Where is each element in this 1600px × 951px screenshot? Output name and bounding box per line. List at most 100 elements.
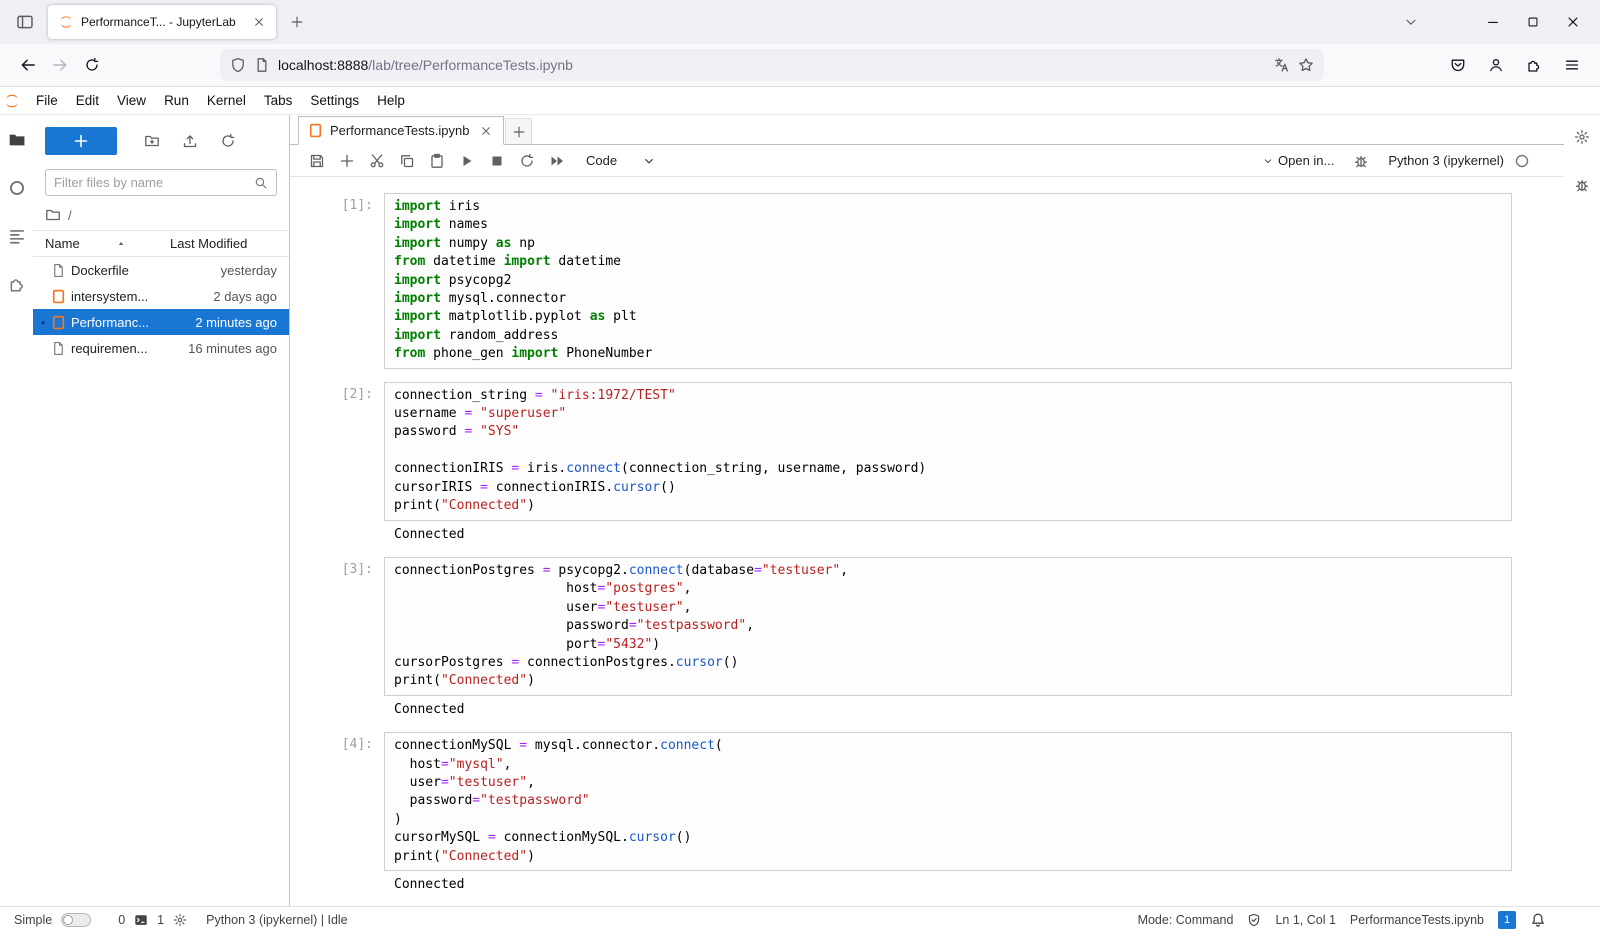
refresh-button[interactable] bbox=[209, 127, 247, 155]
file-row[interactable]: requiremen...16 minutes ago bbox=[33, 335, 289, 361]
pocket-button[interactable] bbox=[1442, 49, 1474, 81]
simple-mode-toggle[interactable] bbox=[61, 913, 91, 927]
menu-kernel[interactable]: Kernel bbox=[198, 87, 255, 114]
restart-run-all-button[interactable] bbox=[542, 148, 572, 174]
extensions-button[interactable] bbox=[1518, 49, 1550, 81]
run-cell-button[interactable] bbox=[452, 148, 482, 174]
left-activity-bar bbox=[0, 115, 33, 906]
file-name: Performanc... bbox=[71, 315, 195, 330]
tab-close-button[interactable] bbox=[248, 11, 270, 33]
new-folder-button[interactable] bbox=[133, 127, 171, 155]
breadcrumb-root[interactable]: / bbox=[68, 208, 72, 223]
sidebar-tab-debugger[interactable] bbox=[1574, 177, 1590, 193]
menu-tabs[interactable]: Tabs bbox=[255, 87, 302, 114]
bell-icon[interactable] bbox=[1530, 912, 1546, 928]
sidebar-tab-running-sessions[interactable] bbox=[8, 179, 26, 197]
file-filter-input[interactable] bbox=[54, 175, 254, 190]
file-filter-box bbox=[45, 169, 277, 196]
terminal-count[interactable]: 0 bbox=[118, 913, 125, 927]
url-path: /lab/tree/PerformanceTests.ipynb bbox=[368, 57, 573, 73]
back-button[interactable] bbox=[12, 49, 44, 81]
cell-execution-count: [2]: bbox=[290, 382, 384, 521]
new-tab-button[interactable] bbox=[282, 7, 312, 37]
file-row[interactable]: intersystem...2 days ago bbox=[33, 283, 289, 309]
sort-by-name-header[interactable]: Name bbox=[45, 236, 170, 251]
bookmark-star-icon[interactable] bbox=[1298, 57, 1314, 73]
cell-code-editor[interactable]: connectionPostgres = psycopg2.connect(da… bbox=[384, 557, 1512, 696]
notebook-cell[interactable]: [4]:connectionMySQL = mysql.connector.co… bbox=[290, 732, 1564, 894]
menu-edit[interactable]: Edit bbox=[67, 87, 108, 114]
tab-overflow-button[interactable] bbox=[1396, 7, 1426, 37]
notebook-panel: PerformanceTests.ipynb bbox=[290, 115, 1564, 906]
chevron-down-icon bbox=[643, 155, 655, 167]
debugger-button[interactable] bbox=[1346, 148, 1376, 174]
notebook-cell[interactable]: [1]:import irisimport namesimport numpy … bbox=[290, 193, 1564, 369]
add-tab-button[interactable] bbox=[505, 118, 532, 144]
open-file-indicator: ● bbox=[37, 318, 49, 327]
menu-file[interactable]: File bbox=[27, 87, 67, 114]
cell-code-editor[interactable]: import irisimport namesimport numpy as n… bbox=[384, 193, 1512, 369]
tracking-protection-shield-icon[interactable] bbox=[230, 57, 246, 73]
kernel-status-icon bbox=[1514, 153, 1530, 169]
fast-forward-icon bbox=[549, 153, 565, 169]
restart-kernel-button[interactable] bbox=[512, 148, 542, 174]
notebook-tab-close-button[interactable] bbox=[476, 121, 496, 141]
sidebar-tab-extensions[interactable] bbox=[8, 275, 26, 293]
translate-icon[interactable] bbox=[1274, 57, 1290, 73]
close-window-button[interactable] bbox=[1566, 15, 1580, 29]
copy-cell-button[interactable] bbox=[392, 148, 422, 174]
interrupt-kernel-button[interactable] bbox=[482, 148, 512, 174]
toggle-knob bbox=[63, 915, 73, 925]
code-line: cursorMySQL = connectionMySQL.cursor() bbox=[394, 829, 1502, 847]
kernel-count[interactable]: 1 bbox=[157, 913, 164, 927]
cell-code-editor[interactable]: connection_string = "iris:1972/TEST"user… bbox=[384, 382, 1512, 521]
window-footer-gap bbox=[0, 932, 1600, 951]
plus-icon bbox=[290, 15, 304, 29]
breadcrumb[interactable]: / bbox=[33, 196, 289, 230]
search-icon bbox=[254, 176, 268, 190]
file-name: intersystem... bbox=[71, 289, 213, 304]
upload-button[interactable] bbox=[171, 127, 209, 155]
cursor-position[interactable]: Ln 1, Col 1 bbox=[1275, 913, 1335, 927]
sidebar-tab-property-inspector[interactable] bbox=[1574, 129, 1590, 145]
open-in-dropdown[interactable]: Open in... bbox=[1263, 153, 1334, 168]
maximize-button[interactable] bbox=[1526, 15, 1540, 29]
code-line: print("Connected") bbox=[394, 672, 1502, 690]
bug-icon bbox=[1353, 153, 1369, 169]
sidebar-tab-table-of-contents[interactable] bbox=[8, 227, 26, 245]
menu-button[interactable] bbox=[1556, 49, 1588, 81]
menu-run[interactable]: Run bbox=[155, 87, 198, 114]
kernel-name-button[interactable]: Python 3 (ipykernel) bbox=[1388, 153, 1504, 168]
restart-icon bbox=[519, 153, 535, 169]
save-button[interactable] bbox=[302, 148, 332, 174]
notebook-cell[interactable]: [2]:connection_string = "iris:1972/TEST"… bbox=[290, 382, 1564, 544]
new-launcher-button[interactable] bbox=[45, 127, 117, 155]
firefox-view-button[interactable] bbox=[10, 7, 40, 37]
insert-cell-button[interactable] bbox=[332, 148, 362, 174]
site-info-icon[interactable] bbox=[254, 57, 270, 73]
url-bar[interactable]: localhost:8888/lab/tree/PerformanceTests… bbox=[220, 49, 1324, 81]
browser-tab[interactable]: PerformanceT... - JupyterLab bbox=[48, 5, 276, 39]
file-row[interactable]: Dockerfileyesterday bbox=[33, 257, 289, 283]
plus-icon bbox=[73, 133, 89, 149]
notebook-file-icon bbox=[49, 315, 68, 330]
account-button[interactable] bbox=[1480, 49, 1512, 81]
notebook-cell[interactable]: [3]:connectionPostgres = psycopg2.connec… bbox=[290, 557, 1564, 719]
menu-view[interactable]: View bbox=[108, 87, 155, 114]
minimize-button[interactable] bbox=[1486, 15, 1500, 29]
sort-by-modified-header[interactable]: Last Modified bbox=[170, 236, 277, 251]
menu-help[interactable]: Help bbox=[368, 87, 414, 114]
file-row[interactable]: ●Performanc...2 minutes ago bbox=[33, 309, 289, 335]
cut-cell-button[interactable] bbox=[362, 148, 392, 174]
paste-cell-button[interactable] bbox=[422, 148, 452, 174]
url-host: localhost:8888 bbox=[278, 57, 368, 73]
menu-settings[interactable]: Settings bbox=[301, 87, 368, 114]
notebook-tab[interactable]: PerformanceTests.ipynb bbox=[298, 116, 504, 145]
cell-type-dropdown[interactable]: Code bbox=[586, 153, 655, 168]
kernel-status-text[interactable]: Python 3 (ipykernel) | Idle bbox=[206, 913, 348, 927]
firefox-view-icon bbox=[16, 13, 34, 31]
cell-code-editor[interactable]: connectionMySQL = mysql.connector.connec… bbox=[384, 732, 1512, 871]
reload-button[interactable] bbox=[76, 49, 108, 81]
sidebar-tab-file-browser[interactable] bbox=[8, 131, 26, 149]
forward-button[interactable] bbox=[44, 49, 76, 81]
